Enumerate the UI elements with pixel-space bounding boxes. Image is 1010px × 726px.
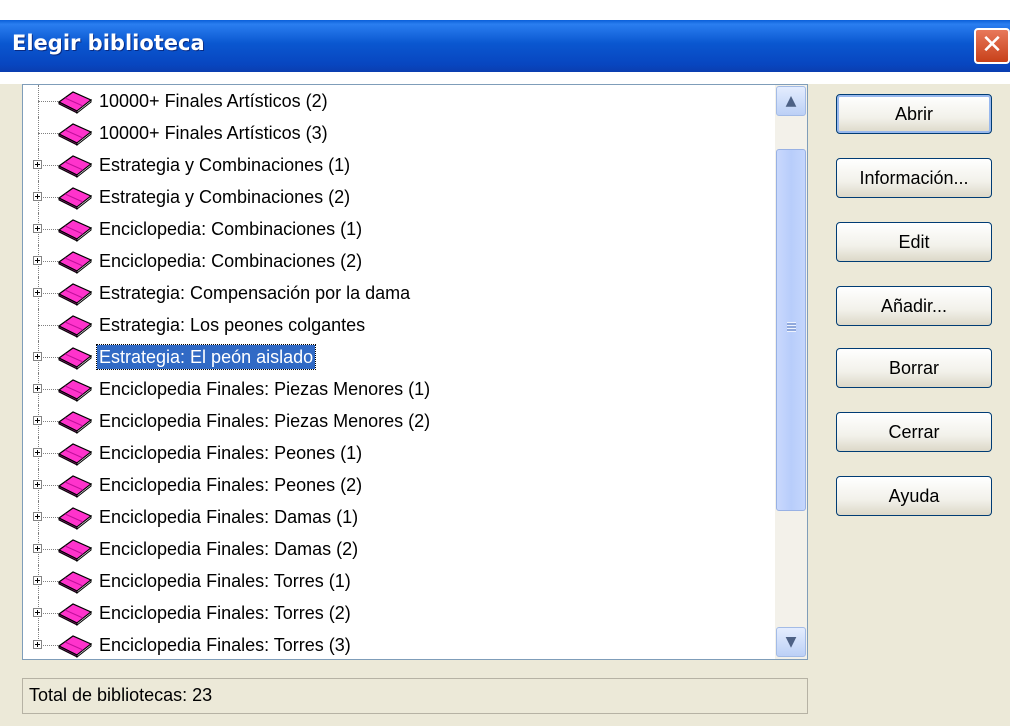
tree-item[interactable]: Enciclopedia Finales: Piezas Menores (1) (23, 373, 775, 405)
tree-item[interactable]: Enciclopedia Finales: Peones (1) (23, 437, 775, 469)
expand-plus-icon[interactable] (33, 448, 42, 457)
expand-plus-icon[interactable] (33, 640, 42, 649)
open-button[interactable]: Abrir (836, 94, 992, 134)
scroll-down-button[interactable]: ▼ (776, 627, 806, 657)
tree-item[interactable]: Enciclopedia Finales: Piezas Menores (2) (23, 405, 775, 437)
library-book-icon (57, 152, 93, 179)
window-title: Elegir biblioteca (12, 31, 205, 55)
tree-item[interactable]: 10000+ Finales Artísticos (2) (23, 85, 775, 117)
library-book-icon (57, 120, 93, 147)
library-book-icon (57, 504, 93, 531)
library-book-icon (57, 632, 93, 659)
library-book-icon (57, 216, 93, 243)
tree-item-label: Enciclopedia Finales: Torres (1) (99, 571, 351, 591)
tree-item[interactable]: Enciclopedia Finales: Damas (1) (23, 501, 775, 533)
scroll-thumb[interactable] (776, 149, 806, 511)
tree-item[interactable]: Estrategia y Combinaciones (2) (23, 181, 775, 213)
library-book-icon (57, 536, 93, 563)
scroll-up-button[interactable]: ▲ (776, 86, 806, 116)
tree-item-label: Enciclopedia Finales: Torres (3) (99, 635, 351, 655)
tree-item[interactable]: Enciclopedia Finales: Torres (2) (23, 597, 775, 629)
tree-item-label: Estrategia: Los peones colgantes (99, 315, 366, 335)
tree-item-label: Enciclopedia Finales: Piezas Menores (1) (99, 379, 431, 399)
tree-item[interactable]: Estrategia y Combinaciones (1) (23, 149, 775, 181)
expand-plus-icon[interactable] (33, 256, 42, 265)
add-button[interactable]: Añadir... (836, 286, 992, 326)
edit-button[interactable]: Edit (836, 222, 992, 262)
status-bar: Total de bibliotecas: 23 (22, 678, 808, 714)
expand-plus-icon[interactable] (33, 576, 42, 585)
tree-item-label: 10000+ Finales Artísticos (3) (99, 123, 328, 143)
expand-plus-icon[interactable] (33, 608, 42, 617)
tree-item[interactable]: Enciclopedia Finales: Peones (2) (23, 469, 775, 501)
tree-item-label: Estrategia: Compensación por la dama (99, 283, 411, 303)
close-button[interactable]: Cerrar (836, 412, 992, 452)
help-button[interactable]: Ayuda (836, 476, 992, 516)
library-book-icon (57, 472, 93, 499)
tree-item[interactable]: Estrategia: El peón aislado (23, 341, 775, 373)
vertical-scrollbar[interactable]: ▲ ▼ (775, 85, 807, 659)
expand-plus-icon[interactable] (33, 288, 42, 297)
title-bar: Elegir biblioteca ✕ (0, 0, 1010, 84)
tree-item-label: Enciclopedia Finales: Piezas Menores (2) (99, 411, 431, 431)
tree-item[interactable]: Estrategia: Compensación por la dama (23, 277, 775, 309)
status-text: Total de bibliotecas: 23 (29, 685, 213, 705)
info-button[interactable]: Información... (836, 158, 992, 198)
expand-plus-icon[interactable] (33, 192, 42, 201)
expand-plus-icon[interactable] (33, 480, 42, 489)
tree-item[interactable]: 10000+ Finales Artísticos (3) (23, 117, 775, 149)
expand-plus-icon[interactable] (33, 512, 42, 521)
library-book-icon (57, 376, 93, 403)
tree-item[interactable]: Enciclopedia: Combinaciones (1) (23, 213, 775, 245)
library-book-icon (57, 280, 93, 307)
tree-item[interactable]: Enciclopedia Finales: Damas (2) (23, 533, 775, 565)
library-book-icon (57, 408, 93, 435)
library-book-icon (57, 568, 93, 595)
tree-item-label: Estrategia: El peón aislado (95, 344, 317, 370)
expand-plus-icon[interactable] (33, 544, 42, 553)
library-book-icon (57, 248, 93, 275)
tree-branch (38, 133, 58, 134)
library-book-icon (57, 440, 93, 467)
library-tree-rows: 10000+ Finales Artísticos (2) 10000+ Fina… (23, 85, 775, 659)
tree-item[interactable]: Estrategia: Los peones colgantes (23, 309, 775, 341)
library-book-icon (57, 344, 93, 371)
library-book-icon (57, 312, 93, 339)
tree-item-label: Enciclopedia: Combinaciones (1) (99, 219, 363, 239)
tree-item-label: Enciclopedia Finales: Torres (2) (99, 603, 351, 623)
tree-item-label: Enciclopedia Finales: Damas (2) (99, 539, 359, 559)
library-book-icon (57, 88, 93, 115)
library-tree[interactable]: 10000+ Finales Artísticos (2) 10000+ Fina… (22, 84, 808, 660)
tree-branch (38, 325, 58, 326)
tree-branch (38, 101, 58, 102)
close-window-button[interactable]: ✕ (974, 28, 1010, 64)
tree-item[interactable]: Enciclopedia Finales: Torres (3) (23, 629, 775, 659)
tree-item-label: Enciclopedia Finales: Peones (2) (99, 475, 363, 495)
tree-item-label: Estrategia y Combinaciones (1) (99, 155, 351, 175)
tree-item-label: Enciclopedia Finales: Damas (1) (99, 507, 359, 527)
tree-item-label: Enciclopedia: Combinaciones (2) (99, 251, 363, 271)
tree-item[interactable]: Enciclopedia: Combinaciones (2) (23, 245, 775, 277)
tree-item-label: Enciclopedia Finales: Peones (1) (99, 443, 363, 463)
delete-button[interactable]: Borrar (836, 348, 992, 388)
expand-plus-icon[interactable] (33, 416, 42, 425)
tree-item-label: 10000+ Finales Artísticos (2) (99, 91, 328, 111)
tree-item-label: Estrategia y Combinaciones (2) (99, 187, 351, 207)
library-book-icon (57, 184, 93, 211)
library-book-icon (57, 600, 93, 627)
scroll-grip-icon (787, 322, 796, 332)
expand-plus-icon[interactable] (33, 224, 42, 233)
expand-plus-icon[interactable] (33, 160, 42, 169)
expand-plus-icon[interactable] (33, 384, 42, 393)
expand-plus-icon[interactable] (33, 352, 42, 361)
tree-item[interactable]: Enciclopedia Finales: Torres (1) (23, 565, 775, 597)
